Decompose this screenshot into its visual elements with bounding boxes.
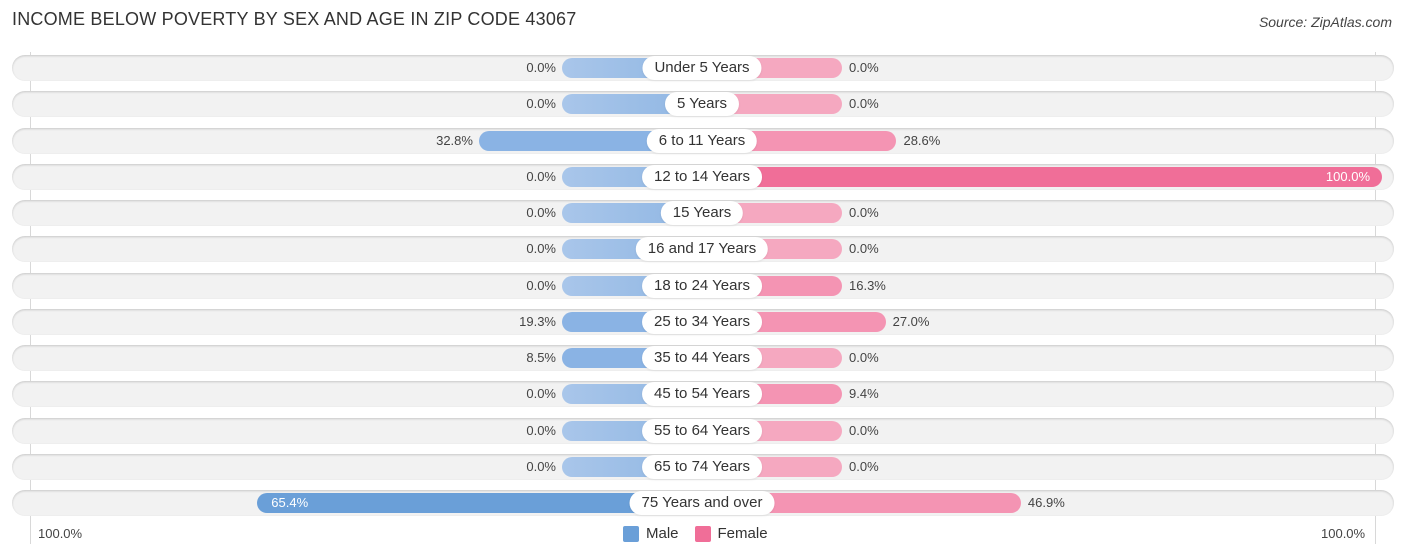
- value-label-female: 0.0%: [849, 241, 879, 257]
- value-label-male: 32.8%: [436, 132, 473, 148]
- legend: Male Female: [623, 525, 784, 542]
- axis-label-right: 100.0%: [1321, 526, 1366, 541]
- category-label: 55 to 64 Years: [642, 418, 762, 443]
- category-label: 45 to 54 Years: [642, 382, 762, 407]
- value-label-male: 65.4%: [271, 495, 309, 510]
- value-label-female: 27.0%: [892, 313, 930, 329]
- value-label-female: 46.9%: [1027, 495, 1065, 510]
- value-label-female: 100.0%: [1325, 168, 1370, 184]
- legend-swatch-female: [694, 525, 711, 542]
- legend-item-male[interactable]: Male: [623, 525, 679, 542]
- legend-label-male: Male: [646, 525, 679, 542]
- value-label-male: 19.3%: [519, 313, 556, 329]
- value-label-male: 0.0%: [526, 205, 556, 220]
- value-label-female: 0.0%: [849, 458, 879, 474]
- category-label: 12 to 14 Years: [642, 164, 762, 189]
- category-label: 5 Years: [664, 92, 740, 117]
- category-label: 65 to 74 Years: [642, 454, 762, 479]
- value-label-female: 16.3%: [849, 277, 886, 293]
- value-label-male: 0.0%: [526, 458, 556, 474]
- value-label-male: 0.0%: [526, 277, 556, 293]
- category-label: 25 to 34 Years: [642, 309, 762, 334]
- value-label-male: 0.0%: [526, 168, 556, 184]
- value-label-male: 0.0%: [526, 241, 556, 257]
- category-label: 6 to 11 Years: [646, 128, 758, 153]
- value-label-female: 0.0%: [849, 205, 879, 220]
- value-label-female: 28.6%: [903, 132, 941, 148]
- category-label: Under 5 Years: [642, 56, 762, 80]
- legend-item-female[interactable]: Female: [694, 525, 768, 542]
- category-label: 35 to 44 Years: [642, 346, 762, 370]
- bar-female: [702, 166, 1382, 187]
- value-label-male: 8.5%: [526, 350, 556, 365]
- legend-swatch-male: [623, 525, 639, 542]
- value-label-female: 0.0%: [849, 350, 879, 365]
- value-label-male: 0.0%: [526, 386, 556, 402]
- legend-label-female: Female: [717, 525, 768, 542]
- value-label-male: 0.0%: [526, 422, 556, 438]
- category-label: 18 to 24 Years: [642, 273, 762, 298]
- value-label-male: 0.0%: [526, 60, 556, 75]
- category-label: 75 Years and over: [629, 491, 775, 515]
- value-label-female: 9.4%: [849, 386, 879, 402]
- value-label-female: 0.0%: [849, 60, 879, 75]
- axis-label-left: 100.0%: [38, 526, 83, 541]
- value-label-female: 0.0%: [849, 96, 879, 112]
- category-label: 15 Years: [660, 201, 744, 225]
- value-label-female: 0.0%: [849, 422, 879, 438]
- value-label-male: 0.0%: [526, 96, 556, 112]
- category-label: 16 and 17 Years: [635, 237, 769, 262]
- chart-area: Under 5 Years 0.0% 0.0% 5 Years 0.0% 0.0% 6 to…: [0, 0, 1406, 559]
